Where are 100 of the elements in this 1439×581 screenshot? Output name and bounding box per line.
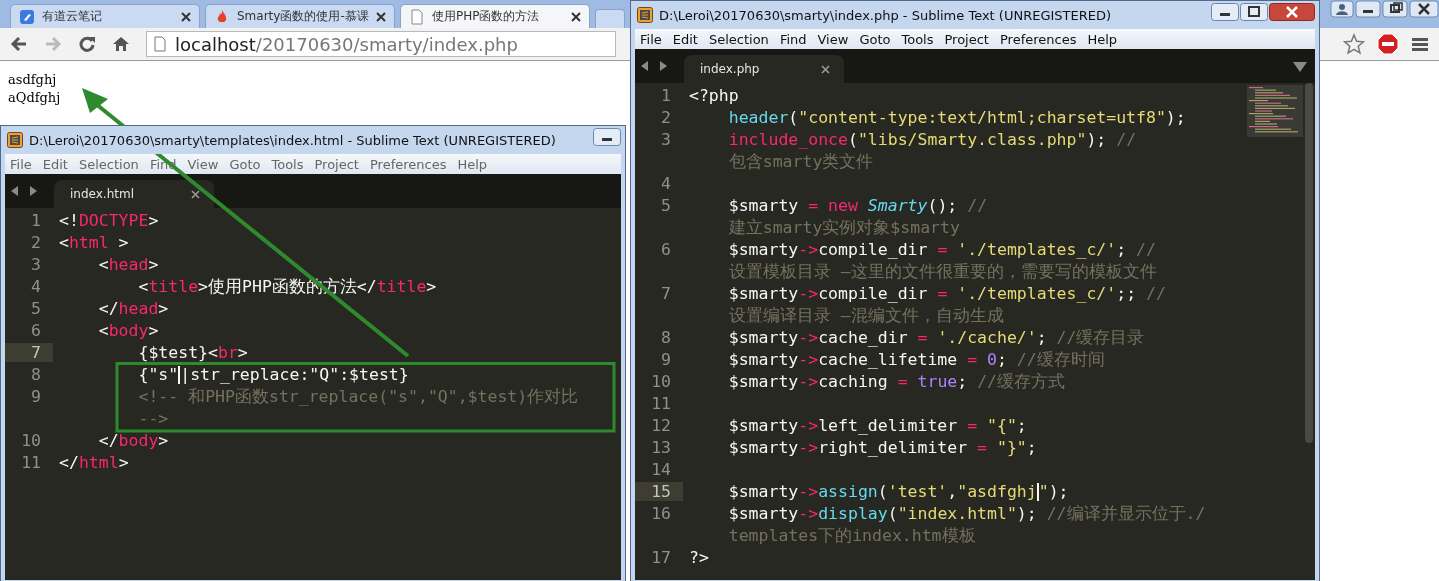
code-line: </html> xyxy=(59,453,130,472)
restore-icon[interactable] xyxy=(1382,0,1408,18)
user-icon[interactable] xyxy=(1330,0,1354,18)
file-tab[interactable]: index.html xyxy=(54,180,214,208)
close-icon[interactable] xyxy=(191,189,200,199)
menu-item[interactable]: Project xyxy=(939,31,995,47)
code-line: header("content-type:text/html;charset=utf8"); xyxy=(727,108,1187,127)
menu-item[interactable]: Project xyxy=(309,156,365,172)
line-number: 10 xyxy=(650,372,672,391)
line-number: 4 xyxy=(30,277,42,296)
line-number: 1 xyxy=(660,86,672,105)
code-line: ?> xyxy=(689,548,710,567)
menu-item[interactable]: Selection xyxy=(703,31,775,47)
star-icon[interactable] xyxy=(1343,33,1365,55)
app-icon xyxy=(637,7,653,23)
menu-item[interactable]: Find xyxy=(774,31,813,47)
line-number: 17 xyxy=(650,548,672,567)
code-line: $smarty = new Smarty(); // xyxy=(727,196,989,215)
minimize-icon[interactable] xyxy=(593,128,621,146)
line-number: 9 xyxy=(30,387,42,408)
close-icon[interactable] xyxy=(376,11,386,22)
code-line: <?php xyxy=(689,86,740,105)
line-number: 16 xyxy=(650,504,672,525)
line-number: 8 xyxy=(660,328,672,347)
tab-scroll-arrows-icon[interactable] xyxy=(10,185,38,197)
code-line: $smarty->left_delimiter = "{"; xyxy=(727,416,1028,435)
code-line: {"s"|str_replace:"Q":$test} xyxy=(137,365,410,384)
line-number: 5 xyxy=(30,299,42,318)
menu-item[interactable]: View xyxy=(182,156,225,172)
code-line: </head> xyxy=(97,299,170,318)
menu-item[interactable]: Preferences xyxy=(364,156,453,172)
menu-item[interactable]: File xyxy=(635,31,668,47)
address-field[interactable]: localhost/20170630/smarty/index.php xyxy=(146,31,616,57)
menu-item[interactable]: Edit xyxy=(37,156,74,172)
menu-icon[interactable] xyxy=(1411,35,1429,53)
minimap-drawing[interactable] xyxy=(1247,85,1303,137)
menu-item[interactable]: File xyxy=(5,156,38,172)
menu-item[interactable]: Selection xyxy=(73,156,145,172)
browser-tab[interactable]: 使用PHP函数的方法 xyxy=(400,4,590,28)
menu-item[interactable]: Preferences xyxy=(994,31,1083,47)
menu-item[interactable]: Goto xyxy=(854,31,897,47)
code-line: templates下的index.htm模板 xyxy=(727,526,977,545)
tab-scroll-arrows-icon[interactable] xyxy=(640,60,668,72)
close-icon[interactable] xyxy=(1409,0,1439,18)
browser-tab[interactable]: Smarty函数的使用-慕课 xyxy=(205,4,395,28)
code-line: $smarty->cache_lifetime = 0; //缓存时间 xyxy=(727,350,1106,369)
minimize-icon[interactable] xyxy=(1355,0,1381,18)
code-line: $smarty->cache_dir = './cache/'; //缓存目录 xyxy=(727,328,1146,347)
line-number: 15 xyxy=(635,482,683,501)
line-number: 14 xyxy=(650,460,672,479)
close-icon[interactable] xyxy=(1269,3,1315,21)
code-line: <html > xyxy=(59,233,130,252)
menu-item[interactable]: Tools xyxy=(266,156,310,172)
line-number: 9 xyxy=(660,350,672,369)
page-icon xyxy=(153,36,167,52)
file-tab[interactable]: index.php xyxy=(684,55,844,83)
code-line: </body> xyxy=(97,431,170,450)
home-icon[interactable] xyxy=(112,35,130,53)
menu-item[interactable]: Edit xyxy=(667,31,704,47)
line-number: 12 xyxy=(650,416,672,435)
reload-icon[interactable] xyxy=(78,35,96,53)
line-number: 6 xyxy=(660,240,672,261)
code-line: <head> xyxy=(97,255,160,274)
back-arrow-icon[interactable] xyxy=(10,35,28,53)
menu-item[interactable]: Tools xyxy=(896,31,940,47)
page-text: aQdfghj xyxy=(8,89,61,107)
minimize-icon[interactable] xyxy=(1211,3,1239,21)
window-title: D:\Leroi\20170630\smarty\templates\index.html - Sublime Text (UNREGISTERED) xyxy=(29,132,556,148)
code-line: 设置模板目录 —这里的文件很重要的，需要写的模板文件 xyxy=(727,262,1158,281)
close-icon[interactable] xyxy=(181,11,191,22)
code-line: $smarty->assign('test',"asdfghj"); xyxy=(727,482,1070,501)
line-number: 4 xyxy=(660,174,672,193)
code-line: $smarty->compile_dir = './templates_c/';; // xyxy=(727,284,1167,303)
scrollbar-thumb[interactable] xyxy=(1305,83,1313,443)
code-line: $smarty->compile_dir = './templates_c/'; // xyxy=(727,240,1157,259)
code-line: 包含smarty类文件 xyxy=(727,152,875,171)
window-title: D:\Leroi\20170630\smarty\index.php - Sublime Text (UNREGISTERED) xyxy=(659,7,1112,23)
code-line: $smarty->right_delimiter = "}"; xyxy=(727,438,1038,457)
menu-item[interactable]: Help xyxy=(1082,31,1124,47)
code-line: 设置编译目录 —混编文件，自动生成 xyxy=(727,306,1005,325)
line-number: 11 xyxy=(650,394,672,413)
code-line: 建立smarty实例对象$smarty xyxy=(727,218,961,237)
line-number: 2 xyxy=(30,233,42,252)
line-number: 8 xyxy=(30,365,42,384)
menu-item[interactable]: Goto xyxy=(224,156,267,172)
maximize-icon[interactable] xyxy=(1240,3,1268,21)
code-line: <!-- 和PHP函数str_replace("s","Q",$test)作对比 xyxy=(137,387,580,406)
stop-sign-icon[interactable] xyxy=(1377,33,1399,55)
browser-tab[interactable]: 有道云笔记 xyxy=(10,4,200,28)
code-line: <!DOCTYPE> xyxy=(59,211,160,230)
line-number: 7 xyxy=(660,284,672,305)
line-number: 13 xyxy=(650,438,672,457)
line-number: 2 xyxy=(660,108,672,127)
line-number: 1 xyxy=(30,211,42,230)
close-icon[interactable] xyxy=(571,11,581,22)
close-icon[interactable] xyxy=(821,64,830,74)
note-icon xyxy=(19,8,35,25)
menu-item[interactable]: Help xyxy=(452,156,494,172)
dropdown-triangle-icon[interactable] xyxy=(1293,62,1307,72)
menu-item[interactable]: View xyxy=(812,31,855,47)
